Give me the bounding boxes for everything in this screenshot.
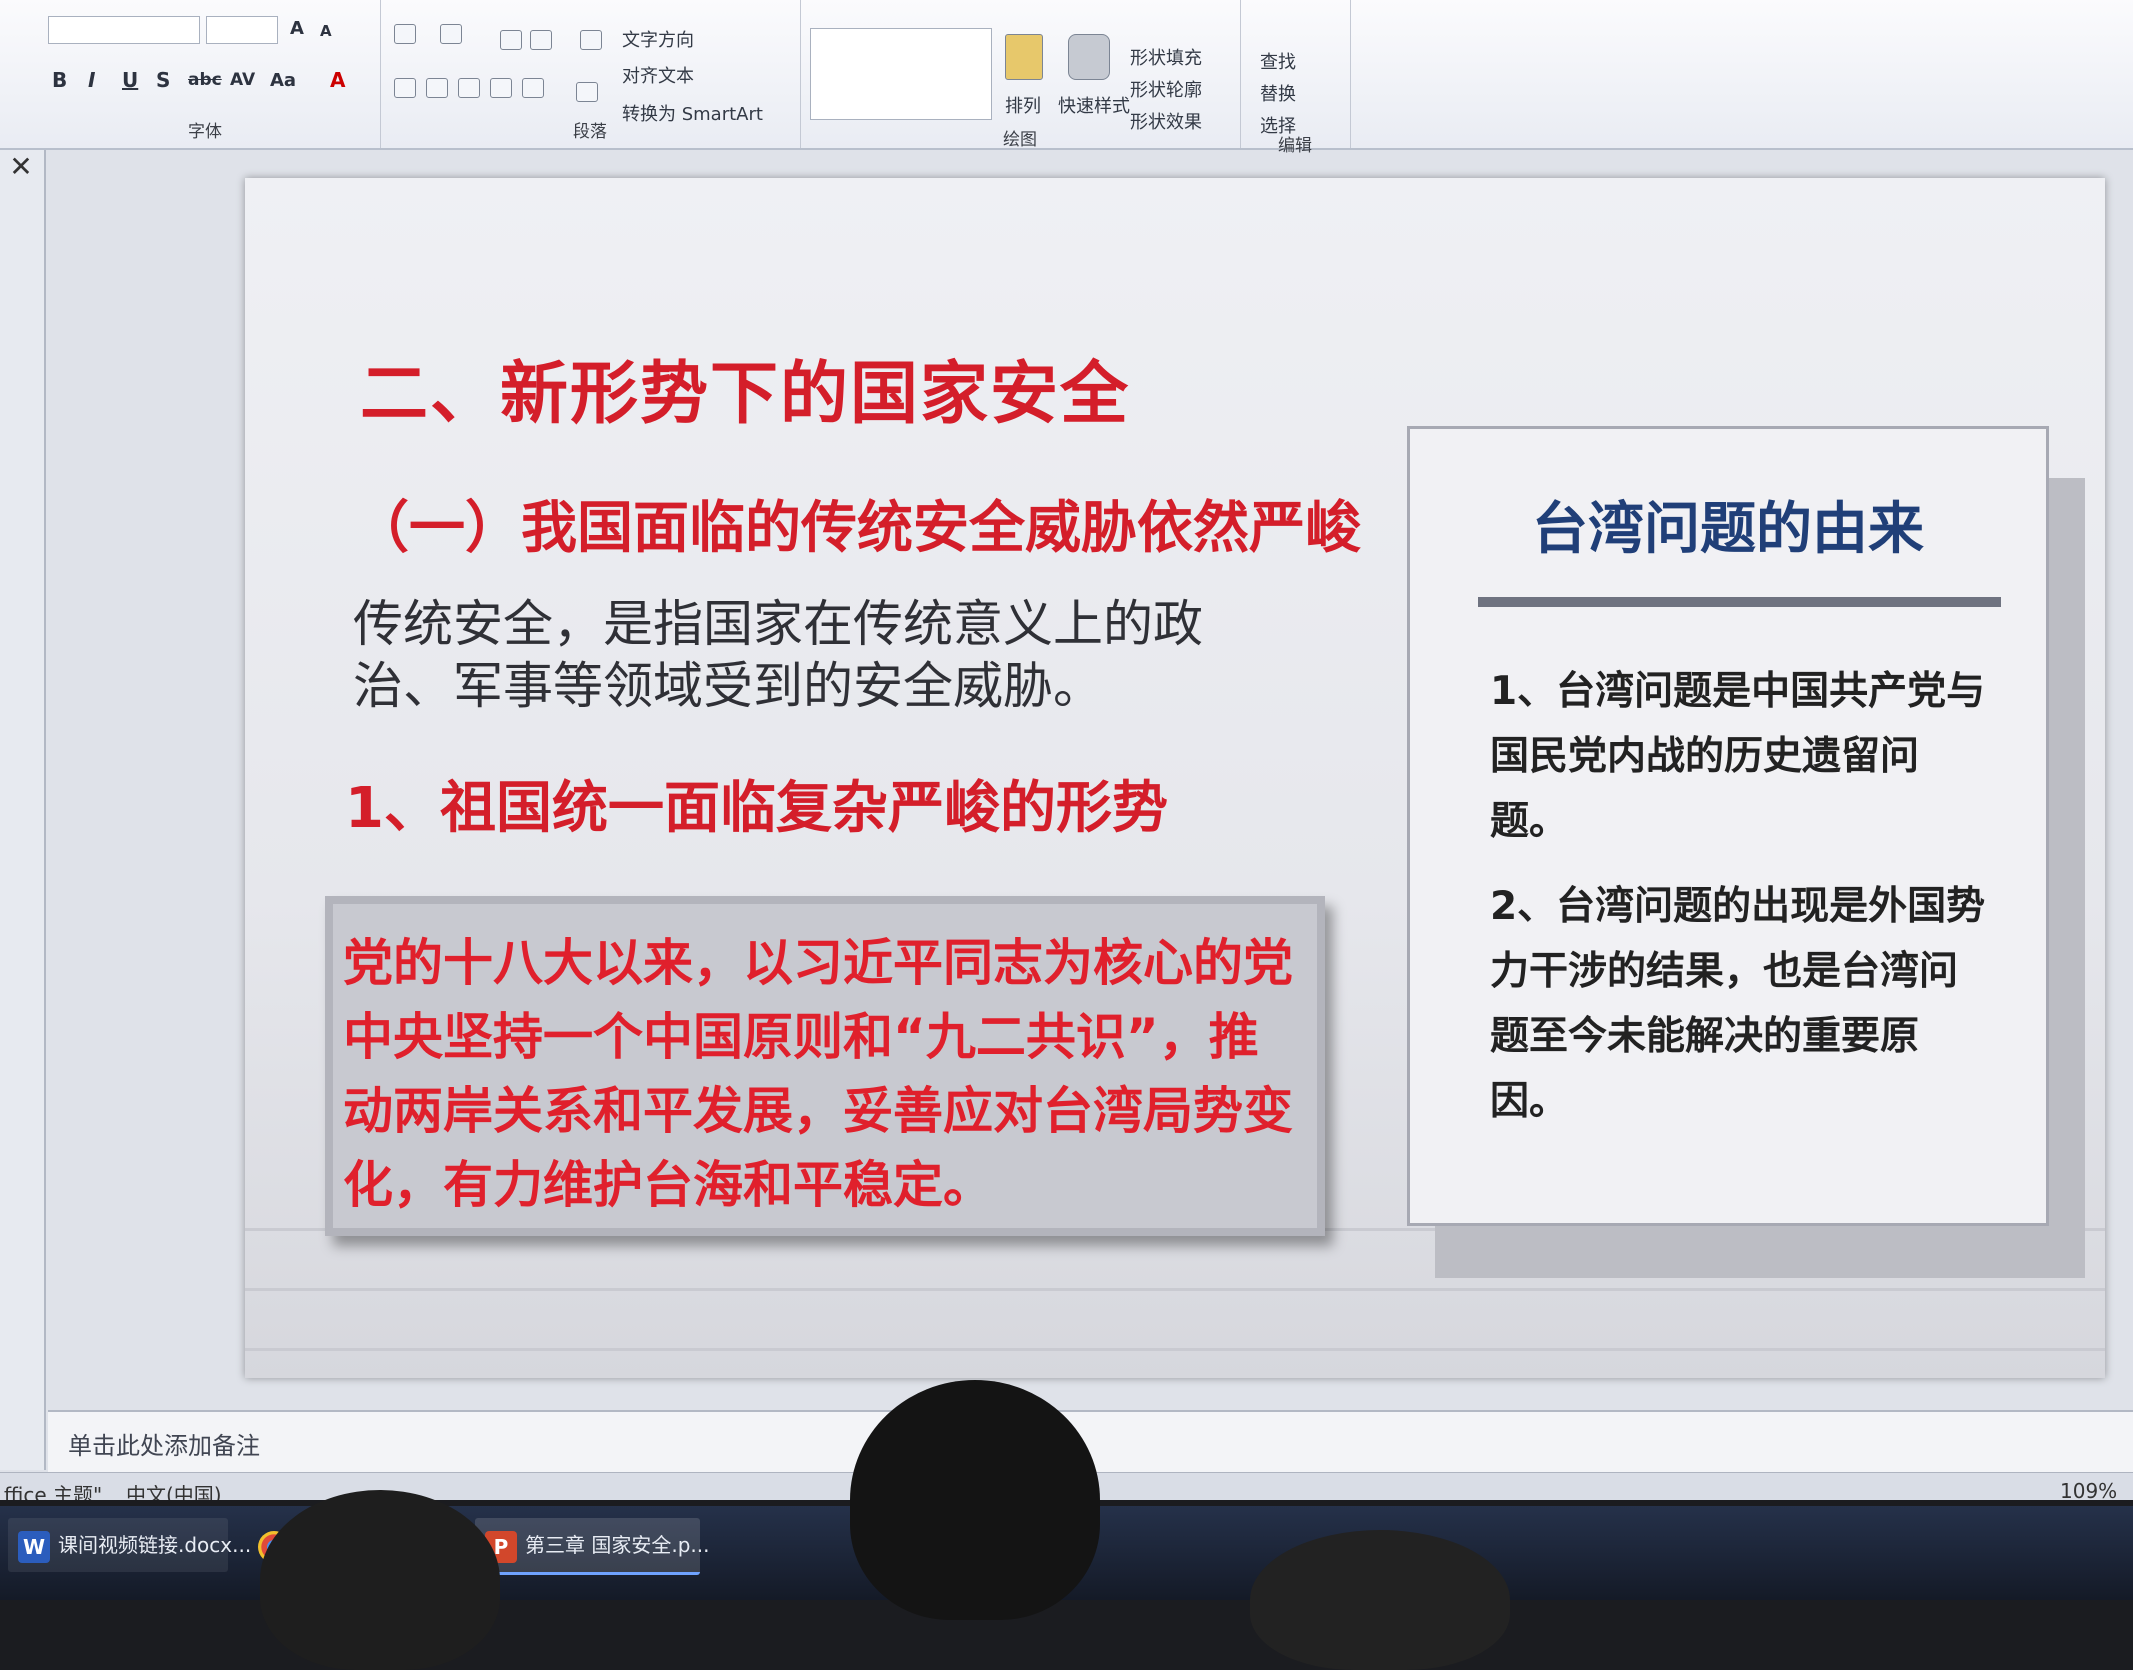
bullets-icon[interactable] [394,24,416,44]
slide-canvas[interactable]: 二、新形势下的国家安全 （一）我国面临的传统安全威胁依然严峻 传统安全，是指国家… [245,178,2105,1378]
grow-font-button[interactable]: A [290,18,304,39]
italic-button[interactable]: I [88,68,95,92]
editing-group-label: 编辑 [1278,136,1312,156]
character-spacing-button[interactable]: AV [230,70,255,90]
taskbar-item-chrome[interactable] [248,1518,302,1572]
taiwan-origin-card: 台湾问题的由来 1、台湾问题是中国共产党与国民党内战的历史遗留问题。 2、台湾问… [1407,426,2049,1226]
arrange-button[interactable]: 排列 [1005,92,1041,118]
justify-icon[interactable] [490,78,512,98]
ribbon: A A B I U S abc AV Aa A 字体 文字方向 对齐文本 转换为… [0,0,2133,156]
card-title: 台湾问题的由来 [1532,497,1924,562]
quick-styles-icon[interactable] [1068,34,1110,80]
text-box-align-icon[interactable] [576,82,598,102]
notes-pane[interactable]: 单击此处添加备注 [48,1410,2133,1474]
zoom-level[interactable]: 109% [2060,1479,2117,1500]
strikethrough-button[interactable]: abc [188,70,222,90]
change-case-button[interactable]: Aa [270,70,296,91]
replace-button[interactable]: 替换 [1260,80,1296,106]
align-right-icon[interactable] [458,78,480,98]
bold-button[interactable]: B [52,68,67,92]
align-center-icon[interactable] [426,78,448,98]
notes-placeholder[interactable]: 单击此处添加备注 [68,1426,260,1461]
screen: A A B I U S abc AV Aa A 字体 文字方向 对齐文本 转换为… [0,0,2133,1500]
shape-outline-button[interactable]: 形状轮廓 [1130,76,1202,102]
numbering-icon[interactable] [440,24,462,44]
floor-line [245,1348,2105,1351]
increase-indent-icon[interactable] [530,30,552,50]
drawing-group: 排列 快速样式 形状填充 形状轮廓 形状效果 绘图 [800,0,1241,150]
word-icon: W [18,1530,50,1563]
arrange-icon[interactable] [1005,34,1043,80]
paragraph-group-label: 段落 [573,122,607,142]
font-group: A A B I U S abc AV Aa A 字体 [30,0,381,148]
shape-fill-button[interactable]: 形状填充 [1130,44,1202,70]
floor-line [245,1288,2105,1291]
powerpoint-icon: P [485,1530,517,1563]
font-name-combo[interactable] [48,16,200,44]
columns-icon[interactable] [522,78,544,98]
align-left-icon[interactable] [394,78,416,98]
text-direction-button[interactable]: 文字方向 [622,26,694,52]
status-bar: ffice 主题" 中文(中国) 109% [0,1472,2133,1500]
card-item: 1、台湾问题是中国共产党与国民党内战的历史遗留问题。 [1490,669,1986,844]
line-spacing-icon[interactable] [580,30,602,50]
shrink-font-button[interactable]: A [320,22,332,40]
taskbar: W 课间视频链接.docx... P 第三章 国家安全.p... [0,1506,2133,1600]
editing-group: 查找 替换 选择 编辑 [1240,0,1351,156]
card-item: 2、台湾问题的出现是外国势力干涉的结果，也是台湾问题至今未能解决的重要原因。 [1490,884,1986,1124]
taskbar-item-word[interactable]: W 课间视频链接.docx... [8,1518,251,1572]
font-group-label: 字体 [188,122,222,142]
chrome-icon [258,1530,290,1563]
highlight-box: 党的十八大以来，以习近平同志为核心的党中央坚持一个中国原则和“九二共识”，推动两… [325,896,1325,1236]
card-divider [1478,597,2001,607]
language-status[interactable]: 中文(中国) [126,1479,222,1500]
slides-pane[interactable] [0,150,46,1470]
taskbar-item-label: 第三章 国家安全.p... [525,1533,710,1557]
close-pane-icon[interactable]: ✕ [6,152,36,182]
font-size-combo[interactable] [206,16,278,44]
drawing-group-label: 绘图 [1003,130,1037,150]
decrease-indent-icon[interactable] [500,30,522,50]
taskbar-item-powerpoint[interactable]: P 第三章 国家安全.p... [475,1518,709,1575]
paragraph-group: 文字方向 对齐文本 转换为 SmartArt 段落 [380,0,801,148]
slide-subtitle: （一）我国面临的传统安全威胁依然严峻 [353,496,1361,561]
underline-button[interactable]: U [122,68,138,92]
highlight-text: 党的十八大以来，以习近平同志为核心的党中央坚持一个中国原则和“九二共识”，推动两… [343,934,1293,1214]
slide-title: 二、新形势下的国家安全 [360,355,1131,434]
quick-styles-button[interactable]: 快速样式 [1058,92,1130,118]
find-button[interactable]: 查找 [1260,48,1296,74]
point-heading: 1、祖国统一面临复杂严峻的形势 [345,776,1168,841]
taskbar-item-label: 课间视频链接.docx... [58,1533,252,1557]
shadow-button[interactable]: S [156,68,170,92]
definition-text: 传统安全，是指国家在传统意义上的政治、军事等领域受到的安全威胁。 [353,595,1203,715]
align-text-button[interactable]: 对齐文本 [622,62,694,88]
font-color-button[interactable]: A [330,68,345,92]
theme-status: ffice 主题" [4,1483,103,1500]
shapes-gallery[interactable] [810,28,992,120]
